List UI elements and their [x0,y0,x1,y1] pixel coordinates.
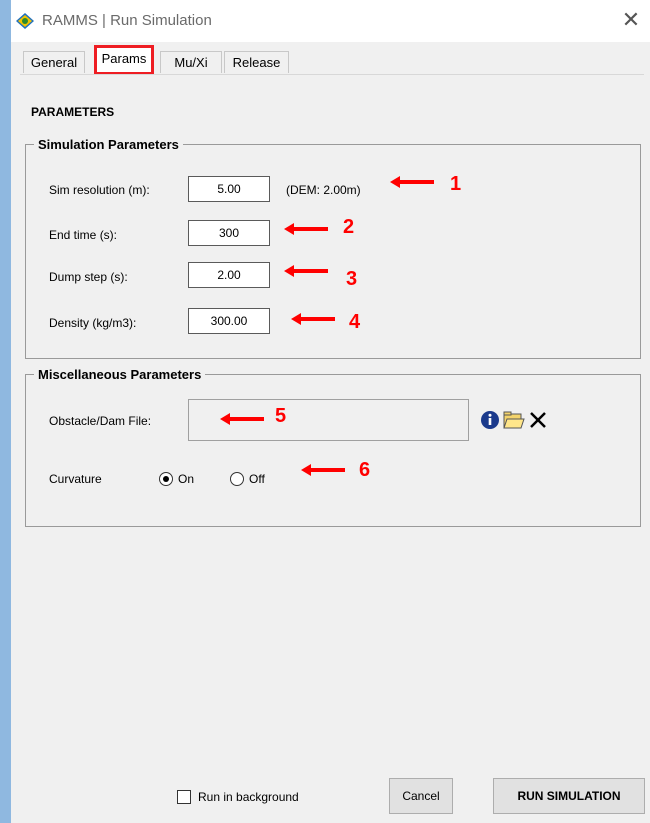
title-bar: RAMMS | Run Simulation ✕ [11,0,650,42]
end-time-input[interactable]: 300 [188,220,270,246]
tab-mu-xi[interactable]: Mu/Xi [160,51,222,73]
window-title: RAMMS | Run Simulation [42,12,212,29]
open-folder-icon[interactable] [503,409,525,431]
run-in-background-checkbox[interactable] [177,790,191,804]
annotation-number-5: 5 [275,405,287,427]
density-input[interactable]: 300.00 [188,308,270,334]
window-left-edge [0,0,11,823]
curvature-off-radio[interactable] [230,472,244,486]
annotation-number-4: 4 [349,311,361,333]
bottom-bar: Run in background Cancel RUN SIMULATION [11,758,650,823]
cancel-button[interactable]: Cancel [389,778,453,814]
dem-resolution-note: (DEM: 2.00m) [286,183,361,197]
miscellaneous-parameters-legend: Miscellaneous Parameters [38,367,202,382]
obstacle-dam-file-label: Obstacle/Dam File: [49,414,152,428]
run-in-background-label: Run in background [198,790,299,804]
tab-bar: General Mu/Xi Release Params [11,42,650,75]
params-panel: PARAMETERS Simulation Parameters Sim res… [20,74,644,759]
sim-resolution-label: Sim resolution (m): [49,183,150,197]
annotation-number-6: 6 [359,459,371,481]
sim-resolution-input[interactable]: 5.00 [188,176,270,202]
annotation-arrow-icon [390,176,434,188]
curvature-on-radio[interactable] [159,472,173,486]
curvature-label: Curvature [49,472,102,486]
tab-general[interactable]: General [23,51,85,73]
simulation-parameters-legend: Simulation Parameters [38,137,179,152]
section-title: PARAMETERS [31,105,115,119]
info-icon[interactable] [479,409,501,431]
run-simulation-button[interactable]: RUN SIMULATION [493,778,645,814]
close-icon[interactable]: ✕ [618,8,644,32]
delete-x-icon[interactable] [527,409,549,431]
density-label: Density (kg/m3): [49,316,137,330]
annotation-number-2: 2 [343,216,355,238]
ramms-logo-icon [16,13,34,29]
dump-step-label: Dump step (s): [49,270,128,284]
annotation-arrow-icon [301,464,345,476]
annotation-number-1: 1 [450,173,462,195]
curvature-off-label: Off [249,472,265,486]
annotation-arrow-icon [291,313,335,325]
annotation-arrow-icon [284,265,328,277]
annotation-arrow-icon [284,223,328,235]
curvature-on-label: On [178,472,195,486]
annotation-arrow-icon [220,413,264,425]
tab-release[interactable]: Release [224,51,289,73]
dump-step-input[interactable]: 2.00 [188,262,270,288]
end-time-label: End time (s): [49,228,118,242]
annotation-number-3: 3 [346,268,358,290]
tab-params[interactable]: Params [94,45,154,75]
miscellaneous-parameters-group: Miscellaneous Parameters [25,367,641,527]
